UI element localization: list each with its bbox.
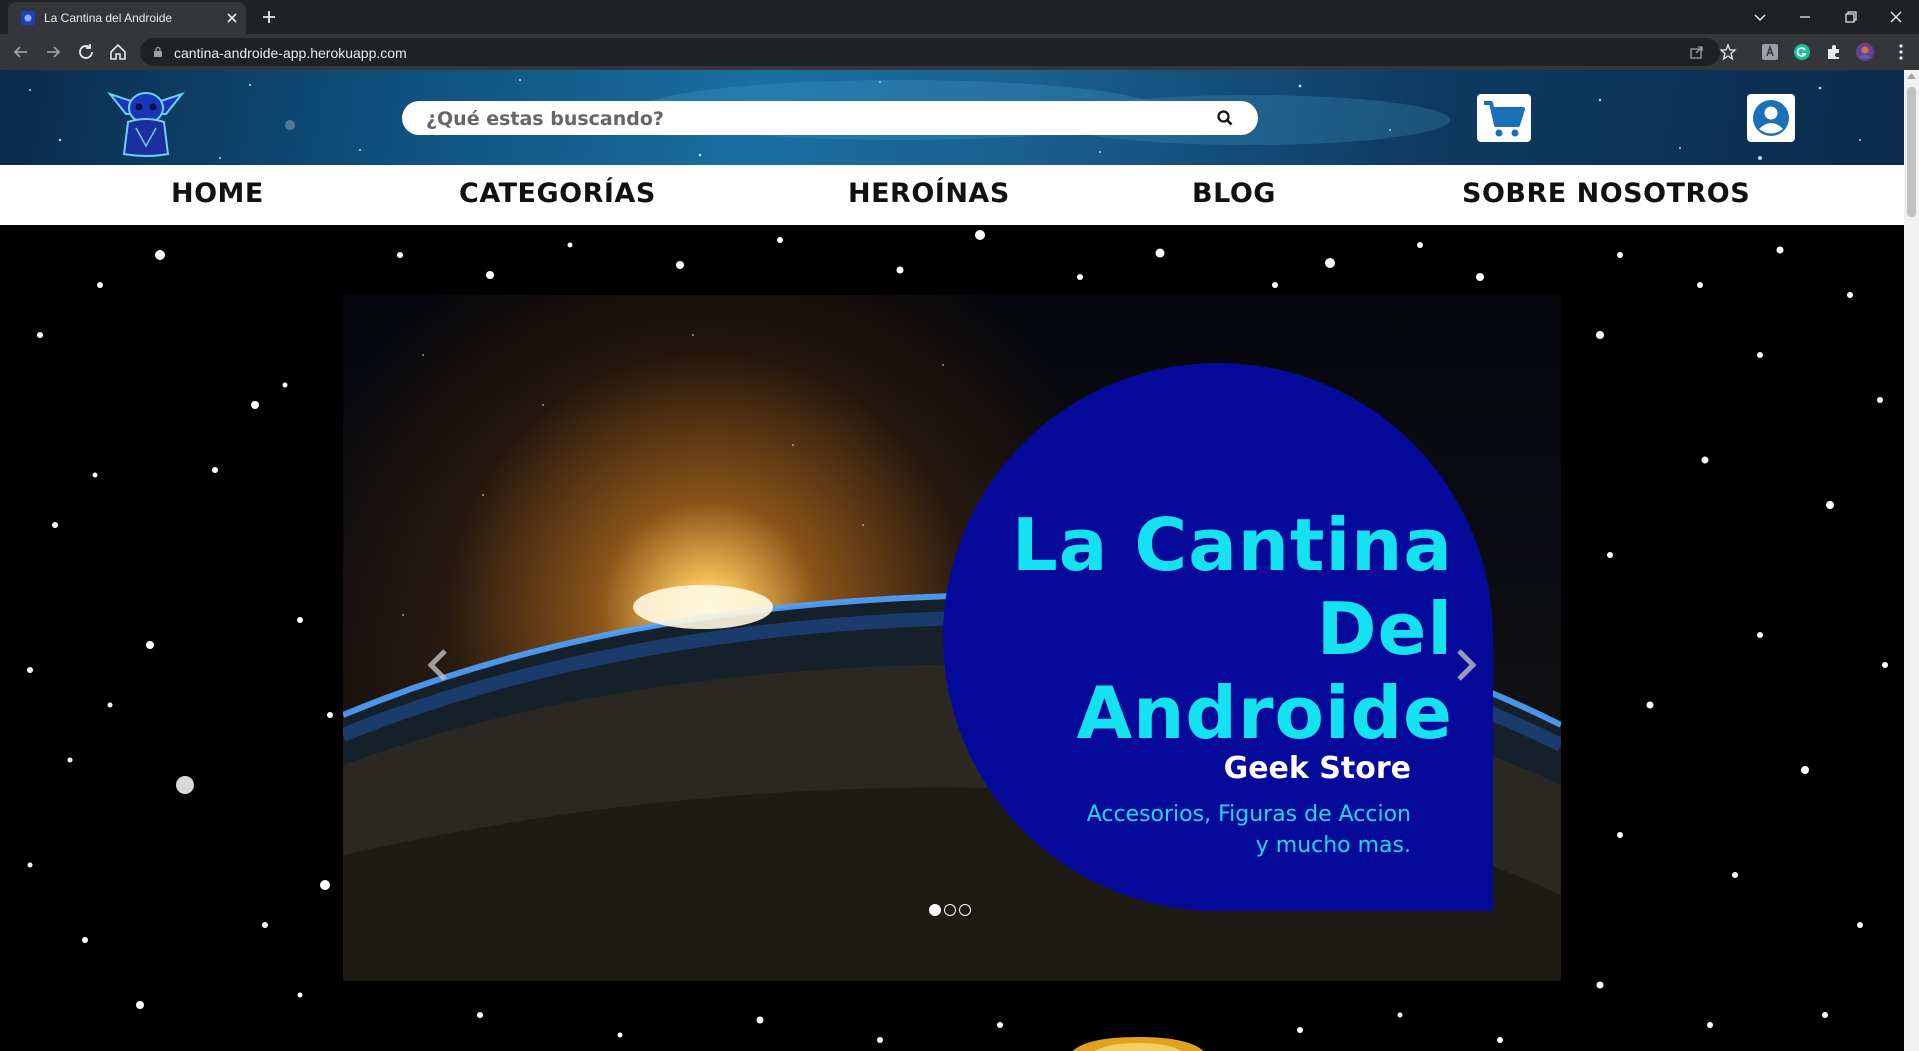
search-input[interactable] [424,107,1188,131]
address-bar[interactable]: cantina-androide-app.herokuapp.com [140,38,1720,66]
chrome-menu-icon[interactable] [1891,42,1911,62]
share-icon[interactable] [1688,43,1706,61]
carousel-next-icon[interactable] [1451,645,1481,685]
close-window-icon[interactable] [1884,5,1908,29]
carousel-dot-2[interactable] [944,904,956,916]
search-icon[interactable] [1216,109,1234,127]
hero-carousel[interactable]: La Cantina Del Androide Geek Store Acces… [343,295,1561,981]
search-bar[interactable] [402,101,1258,135]
profile-avatar-icon[interactable] [1855,42,1875,62]
new-tab-icon[interactable] [260,8,278,26]
scroll-up-arrow-icon[interactable] [1907,73,1916,79]
cart-icon [1484,101,1525,137]
nav-item-home[interactable]: HOME [171,178,264,209]
site-header [0,70,1904,165]
browser-tabbar: La Cantina del Androide [0,0,1919,34]
brand-title-line1: La Cantina [1011,503,1453,587]
user-account-button[interactable] [1747,94,1795,142]
lock-icon[interactable] [152,46,164,58]
carousel-dot-3[interactable] [959,904,971,916]
extension-a-icon[interactable] [1760,42,1780,62]
browser-tab-active[interactable]: La Cantina del Androide [8,2,246,34]
tab-search-icon[interactable] [1748,5,1772,29]
forward-icon[interactable] [42,41,64,63]
minimize-icon[interactable] [1793,5,1817,29]
reload-icon[interactable] [75,41,97,63]
hero-section: La Cantina Del Androide Geek Store Acces… [0,225,1904,1051]
scrollbar-thumb[interactable] [1907,87,1916,217]
main-nav: HOME CATEGORÍAS HEROÍNAS BLOG SOBRE NOSO… [0,165,1904,225]
nav-item-blog[interactable]: BLOG [1192,178,1276,209]
grammarly-icon[interactable] [1792,42,1812,62]
back-icon[interactable] [10,41,32,63]
restore-icon[interactable] [1839,5,1863,29]
brand-bubble: La Cantina Del Androide Geek Store Acces… [943,363,1493,911]
carousel-indicators [929,904,989,918]
brand-title: La Cantina Del Androide [943,503,1453,755]
nav-item-categorias[interactable]: CATEGORÍAS [459,178,656,209]
brand-title-line2: Del Androide [1076,587,1453,755]
page-scrollbar[interactable] [1904,70,1919,1051]
brand-subtitle: Geek Store [1223,751,1411,786]
brand-desc-line2: y mucho mas. [1255,833,1411,858]
browser-toolbar: cantina-androide-app.herokuapp.com [0,34,1919,70]
favicon-icon [21,11,35,25]
cart-button[interactable] [1477,94,1531,142]
brand-desc-line1: Accesorios, Figuras de Accion [1086,802,1411,827]
next-section-badge-peek [1072,1037,1204,1051]
bookmark-star-icon[interactable] [1719,43,1737,61]
user-icon [1753,100,1789,136]
carousel-dot-1[interactable] [929,904,941,916]
tab-title: La Cantina del Androide [44,11,173,25]
extensions-puzzle-icon[interactable] [1824,42,1844,62]
logo-grogu-icon[interactable] [106,76,186,158]
url-text[interactable]: cantina-androide-app.herokuapp.com [174,45,407,61]
brand-description: Accesorios, Figuras de Accion y mucho ma… [1011,799,1411,861]
nav-item-sobre-nosotros[interactable]: SOBRE NOSOTROS [1462,178,1750,209]
nav-item-heroinas[interactable]: HEROÍNAS [848,178,1010,209]
carousel-prev-icon[interactable] [423,645,453,685]
close-tab-icon[interactable] [224,10,240,26]
home-icon[interactable] [107,41,129,63]
